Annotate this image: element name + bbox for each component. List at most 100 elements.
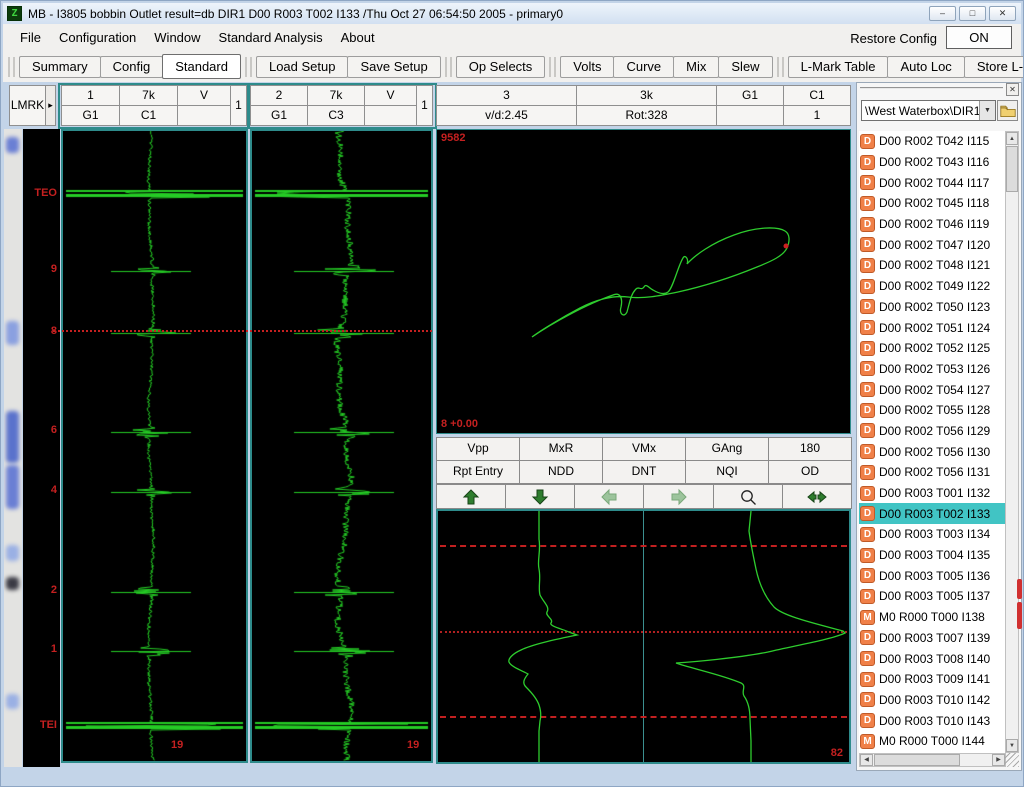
lissajous-channel[interactable]: 3 xyxy=(436,85,577,106)
summary-button[interactable]: Summary xyxy=(19,56,101,78)
list-item[interactable]: D D00 R003 T008 I140 xyxy=(859,648,1006,669)
list-item[interactable]: D D00 R003 T003 I134 xyxy=(859,524,1006,545)
directory-combobox[interactable]: \West Waterbox\DIR1 ▼ xyxy=(861,100,996,121)
deg180-button[interactable]: 180 xyxy=(768,437,852,461)
dnt-button[interactable]: DNT xyxy=(602,460,686,484)
list-item[interactable]: D D00 R002 T052 I125 xyxy=(859,338,1006,359)
vertical-scroll-thumb[interactable] xyxy=(1006,146,1018,192)
list-item[interactable]: D D00 R003 T009 I141 xyxy=(859,669,1006,690)
strip2-group[interactable]: G1 xyxy=(250,105,308,126)
list-item[interactable]: D D00 R003 T002 I133 xyxy=(859,503,1006,524)
zoom-button[interactable] xyxy=(713,484,783,509)
horizontal-scroll-thumb[interactable] xyxy=(874,754,960,766)
standard-button[interactable]: Standard xyxy=(162,54,241,79)
zoom-strip-panel[interactable]: 82 xyxy=(436,509,851,764)
list-item[interactable]: D D00 R003 T007 I139 xyxy=(859,628,1006,649)
gang-button[interactable]: GAng xyxy=(685,437,769,461)
strip2-channel[interactable]: 2 xyxy=(250,85,308,106)
strip1-group[interactable]: G1 xyxy=(61,105,120,126)
chevron-down-icon[interactable]: ▼ xyxy=(979,101,995,120)
horizontal-scrollbar[interactable]: ◀ ▶ xyxy=(859,753,1006,767)
up-arrow-button[interactable] xyxy=(436,484,506,509)
list-item[interactable]: D D00 R003 T001 I132 xyxy=(859,483,1006,504)
vertical-scrollbar[interactable]: ▲ ▼ xyxy=(1005,131,1019,753)
vpp-button[interactable]: Vpp xyxy=(436,437,520,461)
toolbar-grip-icon[interactable] xyxy=(245,57,252,77)
scroll-up-icon[interactable]: ▲ xyxy=(1006,132,1018,145)
list-item[interactable]: D D00 R003 T004 I135 xyxy=(859,545,1006,566)
maximize-button[interactable]: □ xyxy=(959,6,986,21)
list-item[interactable]: D D00 R002 T056 I129 xyxy=(859,421,1006,442)
list-item[interactable]: D D00 R002 T050 I123 xyxy=(859,297,1006,318)
browse-folder-button[interactable] xyxy=(997,100,1018,121)
auto-loc-button[interactable]: Auto Loc xyxy=(887,56,964,78)
store-lmark-button[interactable]: Store L-Mark xyxy=(964,56,1024,78)
resize-grip[interactable] xyxy=(1005,753,1019,767)
scroll-right-icon[interactable]: ▶ xyxy=(992,754,1005,766)
scroll-left-icon[interactable]: ◀ xyxy=(860,754,873,766)
toolbar-grip-icon[interactable] xyxy=(549,57,556,77)
menu-window[interactable]: Window xyxy=(145,26,209,49)
lissajous-frequency[interactable]: 3k xyxy=(576,85,717,106)
volts-button[interactable]: Volts xyxy=(560,56,614,78)
list-item[interactable]: D D00 R002 T046 I119 xyxy=(859,214,1006,235)
mix-button[interactable]: Mix xyxy=(673,56,719,78)
toolbar-grip-icon[interactable] xyxy=(445,57,452,77)
op-selects-button[interactable]: Op Selects xyxy=(456,56,546,78)
nqi-button[interactable]: NQI xyxy=(685,460,769,484)
left-arrow-button[interactable] xyxy=(574,484,644,509)
lissajous-volts-per-div[interactable]: v/d:2.45 xyxy=(436,105,577,126)
mxr-button[interactable]: MxR xyxy=(519,437,603,461)
ndd-button[interactable]: NDD xyxy=(519,460,603,484)
lmrk-expand-icon[interactable]: ▸ xyxy=(45,85,56,126)
od-button[interactable]: OD xyxy=(768,460,852,484)
strip2-coil[interactable]: C3 xyxy=(307,105,365,126)
list-item[interactable]: M M0 R000 T000 I138 xyxy=(859,607,1006,628)
strip1-coil[interactable]: C1 xyxy=(119,105,178,126)
menu-file[interactable]: File xyxy=(11,26,50,49)
menu-configuration[interactable]: Configuration xyxy=(50,26,145,49)
strip2-frequency[interactable]: 7k xyxy=(307,85,365,106)
toolbar-grip-icon[interactable] xyxy=(8,57,15,77)
restore-config-on-button[interactable]: ON xyxy=(946,26,1012,49)
list-item[interactable]: D D00 R002 T044 I117 xyxy=(859,172,1006,193)
strip2-count[interactable]: 1 xyxy=(416,85,433,126)
list-item[interactable]: D D00 R002 T053 I126 xyxy=(859,359,1006,380)
toolbar-grip-icon[interactable] xyxy=(777,57,784,77)
lissajous-group[interactable]: G1 xyxy=(716,85,784,106)
list-item[interactable]: D D00 R002 T047 I120 xyxy=(859,234,1006,255)
minimize-button[interactable]: – xyxy=(929,6,956,21)
strip1-frequency[interactable]: 7k xyxy=(119,85,178,106)
lissajous-count[interactable]: 1 xyxy=(783,105,851,126)
strip2-unit[interactable]: V xyxy=(364,85,417,106)
list-item[interactable]: D D00 R002 T056 I130 xyxy=(859,441,1006,462)
list-item[interactable]: D D00 R002 T051 I124 xyxy=(859,317,1006,338)
list-item[interactable]: D D00 R003 T005 I137 xyxy=(859,586,1006,607)
scroll-down-icon[interactable]: ▼ xyxy=(1006,739,1018,752)
load-setup-button[interactable]: Load Setup xyxy=(256,56,349,78)
list-item[interactable]: D D00 R003 T010 I143 xyxy=(859,710,1006,731)
title-bar[interactable]: Z MB - I3805 bobbin Outlet result=db DIR… xyxy=(3,3,1021,24)
list-item[interactable]: D D00 R003 T010 I142 xyxy=(859,690,1006,711)
expand-horizontal-button[interactable] xyxy=(782,484,852,509)
position-cursor-line[interactable] xyxy=(53,330,432,332)
curve-button[interactable]: Curve xyxy=(613,56,674,78)
overview-strip[interactable] xyxy=(4,129,22,767)
strip-chart-2[interactable] xyxy=(250,129,433,763)
strip-chart-1[interactable] xyxy=(61,129,248,763)
slew-button[interactable]: Slew xyxy=(718,56,772,78)
lissajous-rotation[interactable]: Rot:328 xyxy=(576,105,717,126)
panel-close-icon[interactable]: ✕ xyxy=(1006,83,1019,96)
list-item[interactable]: D D00 R002 T049 I122 xyxy=(859,276,1006,297)
list-item[interactable]: D D00 R002 T045 I118 xyxy=(859,193,1006,214)
lissajous-panel[interactable]: 9582 8 +0.00 xyxy=(436,129,851,434)
strip1-count[interactable]: 1 xyxy=(230,85,247,126)
list-item[interactable]: D D00 R002 T043 I116 xyxy=(859,152,1006,173)
menu-about[interactable]: About xyxy=(332,26,384,49)
rpt-entry-button[interactable]: Rpt Entry xyxy=(436,460,520,484)
right-arrow-button[interactable] xyxy=(643,484,713,509)
config-button[interactable]: Config xyxy=(100,56,164,78)
list-item[interactable]: M M0 R000 T000 I144 xyxy=(859,731,1006,752)
list-item[interactable]: D D00 R002 T054 I127 xyxy=(859,379,1006,400)
close-button[interactable]: ✕ xyxy=(989,6,1016,21)
